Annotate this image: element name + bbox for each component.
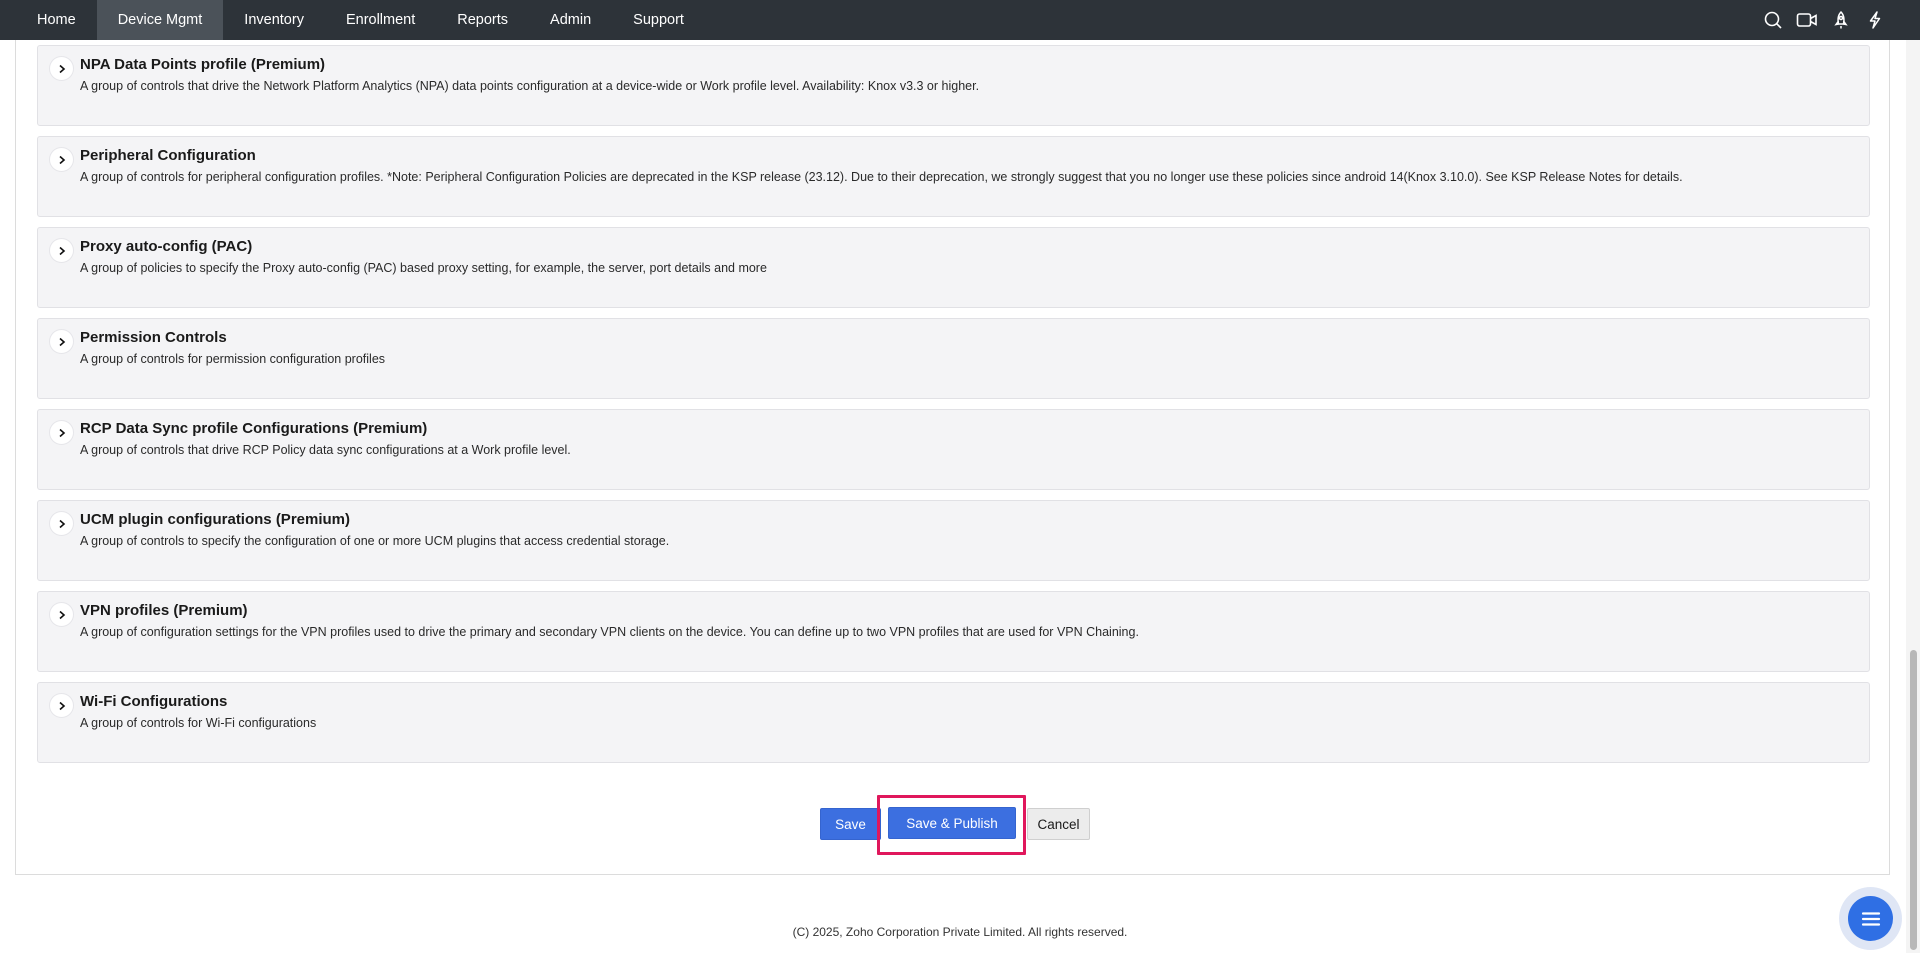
chevron-right-icon [58, 428, 65, 437]
accordion-item[interactable]: RCP Data Sync profile Configurations (Pr… [37, 409, 1870, 490]
nav-item-inventory[interactable]: Inventory [223, 0, 325, 40]
expand-toggle[interactable] [49, 147, 74, 172]
page-scrollbar[interactable] [1906, 40, 1920, 953]
accordion-title: Wi-Fi Configurations [80, 693, 228, 710]
chevron-right-icon [58, 701, 65, 710]
accordion-title: Proxy auto-config (PAC) [80, 238, 253, 255]
accordion-description: A group of controls that drive the Netwo… [80, 79, 980, 93]
accordion-item[interactable]: Permission Controls A group of controls … [37, 318, 1870, 399]
cancel-button[interactable]: Cancel [1027, 808, 1090, 840]
nav-item-reports[interactable]: Reports [436, 0, 529, 40]
rocket-icon[interactable] [1824, 0, 1858, 40]
footer-copyright: (C) 2025, Zoho Corporation Private Limit… [792, 925, 1128, 939]
video-icon[interactable] [1790, 0, 1824, 40]
save-and-publish-button[interactable]: Save & Publish [888, 807, 1016, 839]
expand-toggle[interactable] [49, 420, 74, 445]
form-actions: Save Save & Publish Cancel [0, 788, 1920, 855]
accordion-description: A group of controls that drive RCP Polic… [80, 443, 571, 457]
search-icon[interactable] [1756, 0, 1790, 40]
nav-item-support[interactable]: Support [612, 0, 705, 40]
chevron-right-icon [58, 64, 65, 73]
accordion-description: A group of controls for peripheral confi… [80, 170, 1683, 184]
accordion-description: A group of controls for Wi-Fi configurat… [80, 716, 317, 730]
main-panel: NPA Data Points profile (Premium) A grou… [15, 40, 1890, 875]
accordion-title: NPA Data Points profile (Premium) [80, 56, 326, 73]
expand-toggle[interactable] [49, 238, 74, 263]
accordion-title: UCM plugin configurations (Premium) [80, 511, 350, 528]
accordion-item[interactable]: Wi-Fi Configurations A group of controls… [37, 682, 1870, 763]
accordion-description: A group of configuration settings for th… [80, 625, 1139, 639]
nav-item-enrollment[interactable]: Enrollment [325, 0, 436, 40]
hamburger-menu-icon [1861, 911, 1880, 926]
chevron-right-icon [58, 155, 65, 164]
accordion-description: A group of controls for permission confi… [80, 352, 386, 366]
expand-toggle[interactable] [49, 693, 74, 718]
accordion-item[interactable]: NPA Data Points profile (Premium) A grou… [37, 45, 1870, 126]
accordion-description: A group of controls to specify the confi… [80, 534, 670, 548]
top-nav-bar: Home Device Mgmt Inventory Enrollment Re… [0, 0, 1920, 40]
nav-icon-group [1756, 0, 1920, 40]
accordion-item[interactable]: VPN profiles (Premium) A group of config… [37, 591, 1870, 672]
chevron-right-icon [58, 519, 65, 528]
chevron-right-icon [58, 337, 65, 346]
accordion-title: RCP Data Sync profile Configurations (Pr… [80, 420, 428, 437]
chevron-right-icon [58, 610, 65, 619]
expand-toggle[interactable] [49, 329, 74, 354]
accordion-item[interactable]: UCM plugin configurations (Premium) A gr… [37, 500, 1870, 581]
expand-toggle[interactable] [49, 511, 74, 536]
accordion-title: VPN profiles (Premium) [80, 602, 248, 619]
chevron-right-icon [58, 246, 65, 255]
nav-item-device-mgmt[interactable]: Device Mgmt [96, 0, 224, 40]
accordion-list: NPA Data Points profile (Premium) A grou… [37, 45, 1870, 773]
accordion-description: A group of policies to specify the Proxy… [80, 261, 767, 275]
nav-item-home[interactable]: Home [0, 0, 97, 40]
scrollbar-thumb[interactable] [1910, 650, 1917, 950]
save-button[interactable]: Save [820, 808, 881, 840]
floating-menu-button[interactable] [1848, 896, 1893, 941]
accordion-title: Peripheral Configuration [80, 147, 256, 164]
expand-toggle[interactable] [49, 602, 74, 627]
lightning-icon[interactable] [1858, 0, 1892, 40]
accordion-item[interactable]: Proxy auto-config (PAC) A group of polic… [37, 227, 1870, 308]
floating-menu-halo [1839, 887, 1902, 950]
expand-toggle[interactable] [49, 56, 74, 81]
accordion-item[interactable]: Peripheral Configuration A group of cont… [37, 136, 1870, 217]
accordion-title: Permission Controls [80, 329, 227, 346]
nav-item-admin[interactable]: Admin [529, 0, 612, 40]
